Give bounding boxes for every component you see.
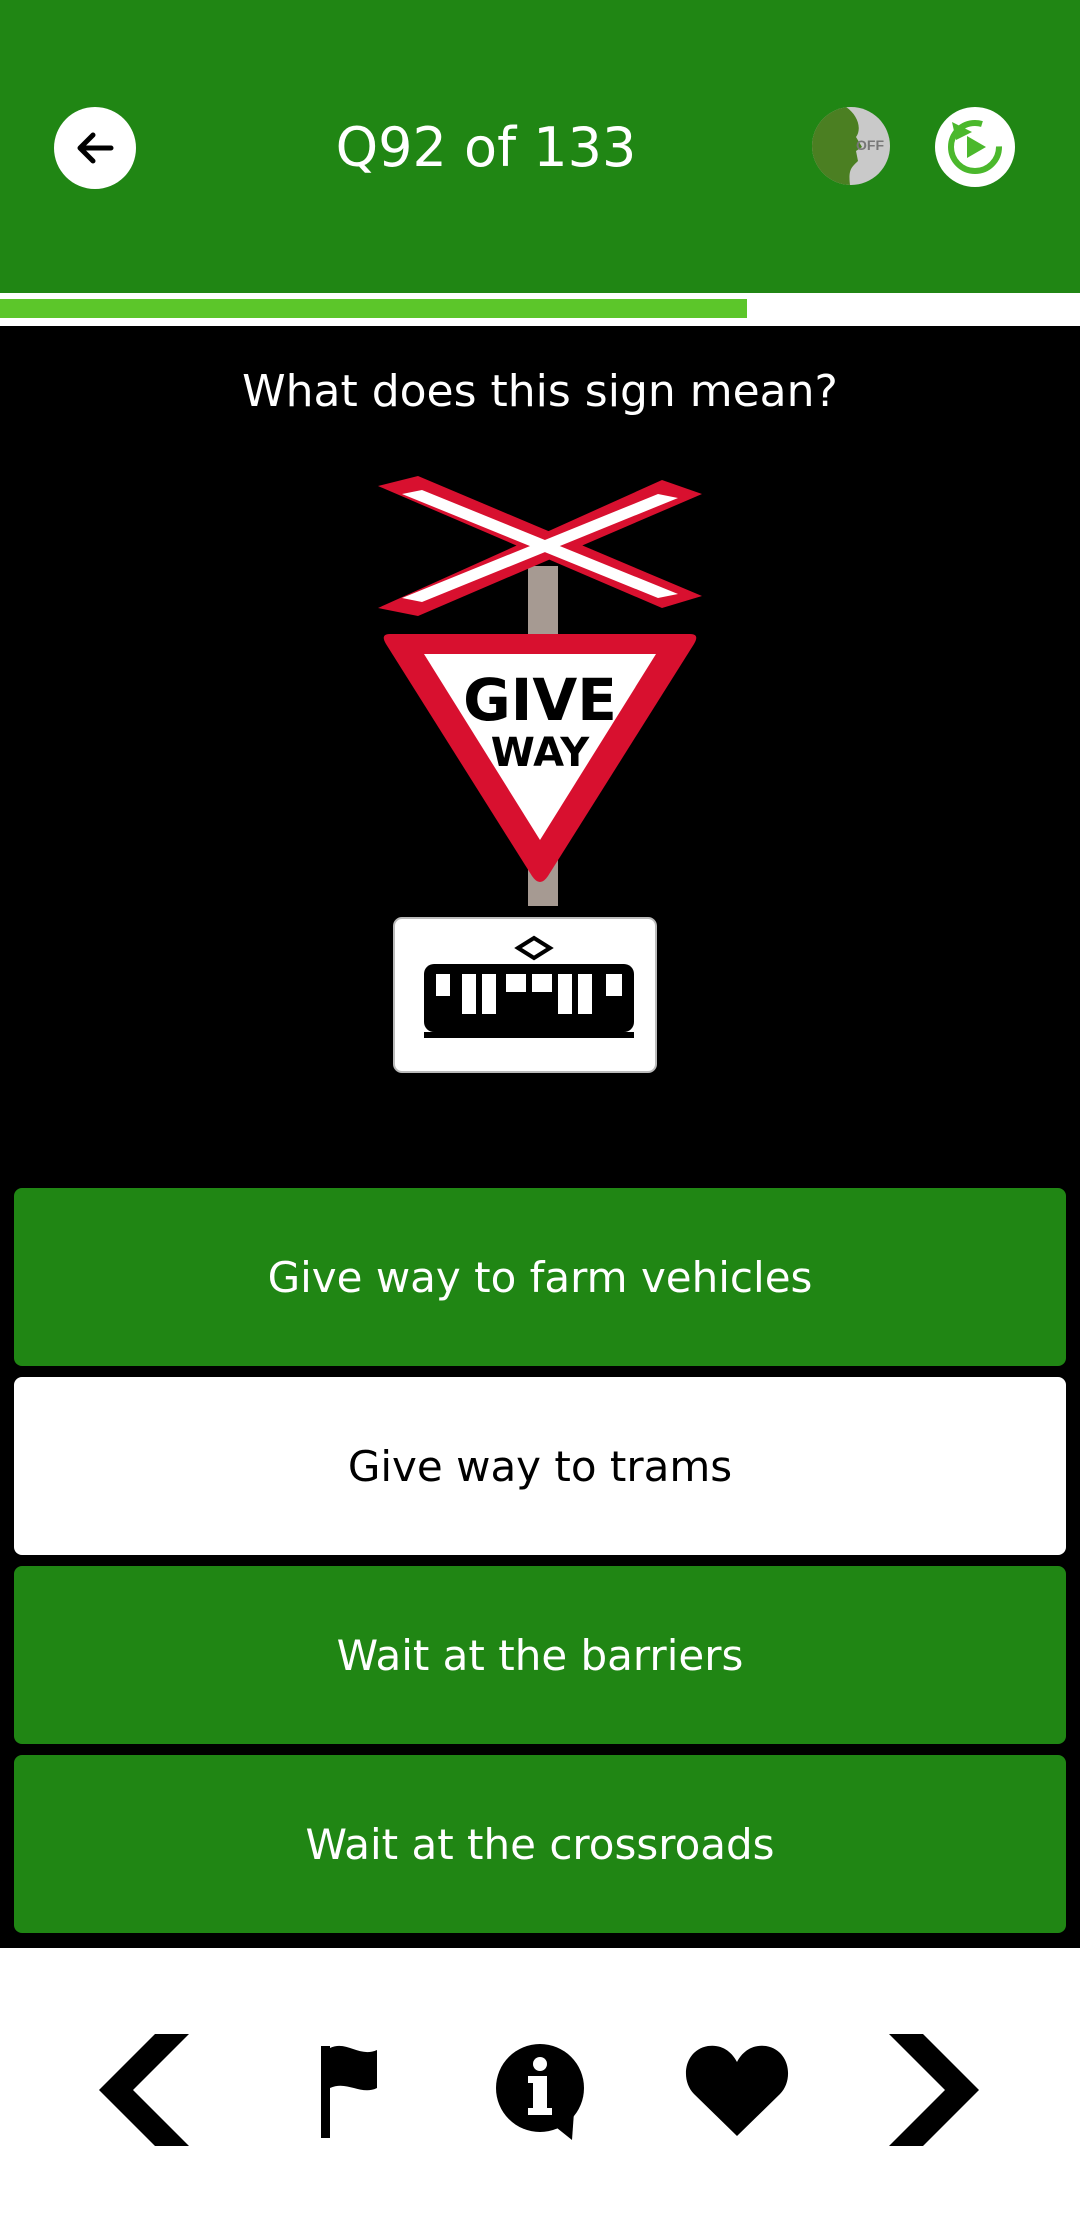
flag-button[interactable] <box>290 2030 400 2150</box>
flag-icon <box>321 2045 377 2138</box>
top-bar: Q92 of 133 OFF <box>0 0 1080 293</box>
answer-label: Give way to trams <box>347 1441 733 1491</box>
bottom-nav <box>0 1948 1080 2220</box>
answer-label: Wait at the crossroads <box>305 1819 775 1869</box>
info-icon <box>496 2044 584 2140</box>
sign-text-give: GIVE <box>463 666 617 734</box>
favourite-button[interactable] <box>682 2030 792 2150</box>
progress-fill <box>0 299 748 318</box>
answer-option[interactable]: Give way to farm vehicles <box>14 1188 1066 1366</box>
voice-toggle[interactable]: OFF <box>812 107 890 185</box>
answer-label: Give way to farm vehicles <box>267 1252 813 1302</box>
reset-icon <box>948 120 1002 174</box>
answer-option-selected[interactable]: Give way to trams <box>14 1377 1066 1555</box>
answer-option[interactable]: Wait at the barriers <box>14 1566 1066 1744</box>
voice-toggle-state: OFF <box>856 137 884 153</box>
chevron-right-icon <box>889 2034 979 2146</box>
question-text: What does this sign mean? <box>242 366 838 417</box>
next-button[interactable] <box>880 2030 990 2150</box>
answer-option[interactable]: Wait at the crossroads <box>14 1755 1066 1933</box>
answer-label: Wait at the barriers <box>336 1630 744 1680</box>
progress-track <box>0 293 1080 326</box>
info-button[interactable] <box>485 2030 595 2150</box>
give-way-sign: GIVE WAY <box>383 634 697 882</box>
sign-text-way: WAY <box>491 730 590 776</box>
previous-button[interactable] <box>88 2030 198 2150</box>
road-sign-image: GIVE WAY <box>378 476 702 1073</box>
reset-button[interactable] <box>935 107 1015 187</box>
heart-icon <box>685 2045 789 2136</box>
tram-plate <box>393 917 657 1073</box>
chevron-left-icon <box>99 2034 189 2146</box>
